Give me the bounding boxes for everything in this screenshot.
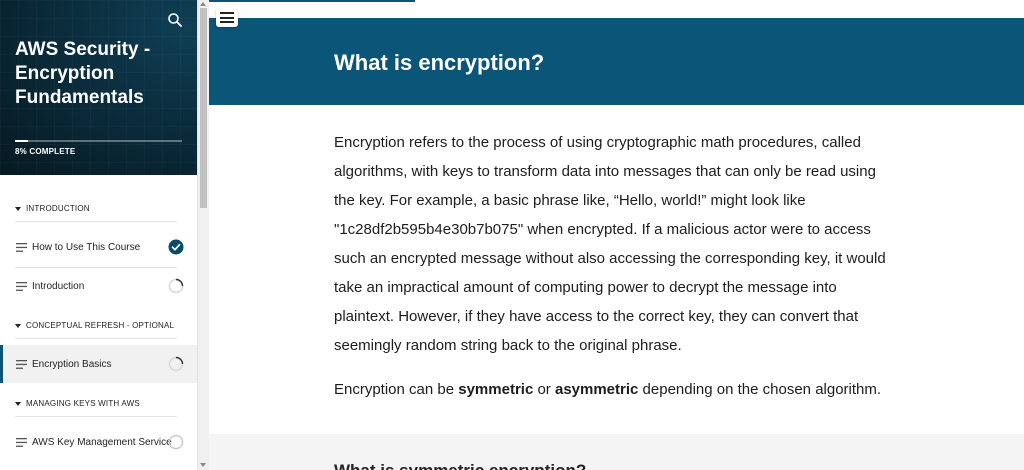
- next-section-block: What is symmetric encryption?: [209, 434, 1024, 470]
- lesson-introduction[interactable]: Introduction: [0, 267, 197, 305]
- divider: [15, 416, 177, 417]
- menu-line: [220, 12, 234, 14]
- lesson-lines-icon: [16, 359, 27, 369]
- sidebar-scrollbar[interactable]: [197, 0, 209, 470]
- menu-line: [220, 16, 234, 19]
- progress-ring-icon: [168, 278, 184, 294]
- menu-line: [220, 21, 234, 23]
- lesson-progress-bar: [209, 0, 415, 2]
- scroll-up-arrow-icon[interactable]: [200, 2, 206, 6]
- lesson-aws-kms[interactable]: AWS Key Management Service: [0, 423, 197, 461]
- section-title: MANAGING KEYS WITH AWS: [26, 399, 140, 408]
- course-title: AWS Security - Encryption Fundamentals: [15, 39, 151, 108]
- term-asymmetric: asymmetric: [554, 381, 639, 398]
- lesson-label: AWS Key Management Service: [32, 436, 172, 448]
- term-symmetric: symmetric: [458, 381, 534, 398]
- check-circle-icon: [168, 239, 184, 255]
- section-heading: What is symmetric encryption?: [334, 461, 586, 470]
- search-icon[interactable]: [167, 12, 183, 28]
- lesson-lines-icon: [16, 242, 27, 252]
- lesson-label: Encryption Basics: [32, 358, 112, 370]
- empty-circle-icon: [168, 434, 184, 450]
- lesson-lines-icon: [16, 437, 27, 447]
- course-progress-label: 8% COMPLETE: [15, 147, 76, 156]
- lesson-body: Encryption refers to the process of usin…: [334, 128, 899, 404]
- lesson-how-to-use[interactable]: How to Use This Course: [0, 228, 197, 266]
- caret-down-icon: [15, 401, 21, 406]
- section-managing-keys[interactable]: MANAGING KEYS WITH AWS: [15, 399, 140, 408]
- scroll-down-arrow-icon[interactable]: [200, 463, 206, 467]
- text: Encryption can be: [334, 381, 459, 398]
- lesson-content: What is encryption? Encryption refers to…: [209, 0, 1024, 470]
- course-progress-fill: [15, 140, 29, 142]
- lesson-encryption-basics[interactable]: Encryption Basics: [0, 345, 197, 383]
- course-progress-bar: [15, 140, 182, 142]
- lesson-label: How to Use This Course: [32, 241, 141, 253]
- paragraph: Encryption can be symmetric or asymmetri…: [334, 375, 899, 404]
- section-title: CONCEPTUAL REFRESH - OPTIONAL: [26, 321, 175, 330]
- progress-ring-icon: [168, 356, 184, 372]
- lesson-lines-icon: [16, 281, 27, 291]
- section-introduction[interactable]: INTRODUCTION: [15, 204, 90, 213]
- text: depending on the chosen algorithm.: [638, 381, 882, 398]
- divider: [15, 221, 177, 222]
- hamburger-menu-icon[interactable]: [216, 8, 238, 27]
- caret-down-icon: [15, 206, 21, 211]
- lesson-label: Introduction: [32, 280, 85, 292]
- divider: [15, 338, 177, 339]
- section-conceptual-refresh[interactable]: CONCEPTUAL REFRESH - OPTIONAL: [15, 321, 174, 330]
- sidebar-header: AWS Security - Encryption Fundamentals 8…: [0, 0, 197, 175]
- scrollbar-thumb[interactable]: [200, 8, 207, 208]
- paragraph: Encryption refers to the process of usin…: [334, 134, 886, 354]
- text: or: [533, 381, 555, 398]
- course-sidebar: AWS Security - Encryption Fundamentals 8…: [0, 0, 197, 470]
- caret-down-icon: [15, 323, 21, 328]
- lesson-title: What is encryption?: [334, 50, 545, 75]
- section-title: INTRODUCTION: [26, 204, 90, 213]
- lesson-hero-banner: What is encryption?: [209, 18, 1024, 105]
